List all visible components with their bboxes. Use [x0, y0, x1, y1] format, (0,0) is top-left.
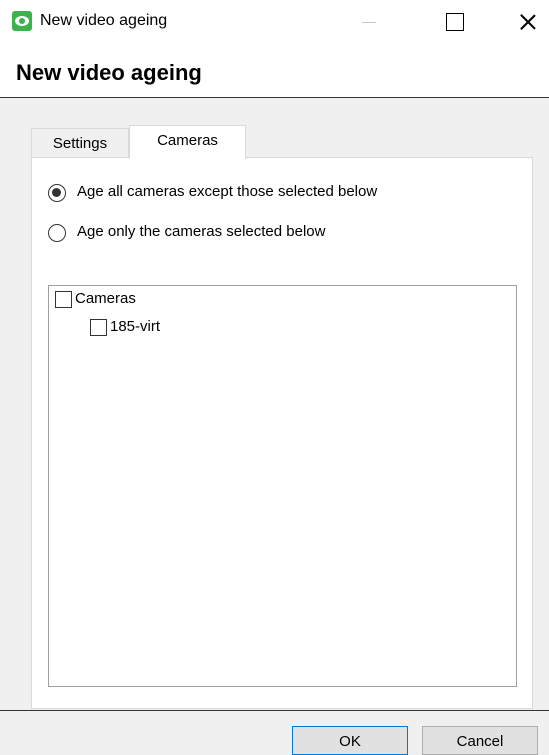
cancel-button-label: Cancel — [456, 733, 504, 750]
tab-cameras-label: Cameras — [157, 132, 218, 149]
eye-icon — [12, 11, 32, 31]
camera-tree[interactable] — [48, 285, 517, 687]
cancel-button[interactable]: Cancel — [422, 726, 538, 755]
tab-cameras[interactable]: Cameras — [129, 125, 246, 159]
checkbox[interactable] — [90, 319, 107, 336]
title-bar: New video ageing — [0, 0, 549, 44]
maximize-icon[interactable] — [430, 0, 480, 44]
tab-settings-label: Settings — [52, 135, 108, 152]
window-title: New video ageing — [40, 12, 168, 29]
minimize-icon[interactable] — [342, 0, 392, 44]
tree-node-label: 185-virt — [110, 318, 161, 335]
ok-button-label: OK — [339, 733, 361, 750]
tree-node-label: Cameras — [75, 290, 136, 307]
dialog-header: New video ageing — [0, 44, 549, 98]
radio-button[interactable] — [48, 224, 66, 242]
tab-settings[interactable]: Settings — [31, 128, 129, 158]
page-title: New video ageing — [16, 60, 202, 85]
radio-label: Age all cameras except those selected be… — [77, 183, 378, 200]
close-icon[interactable] — [503, 0, 549, 44]
ok-button[interactable]: OK — [292, 726, 408, 755]
checkbox[interactable] — [55, 291, 72, 308]
radio-label: Age only the cameras selected below — [77, 223, 326, 240]
radio-button-checked[interactable] — [48, 184, 66, 202]
